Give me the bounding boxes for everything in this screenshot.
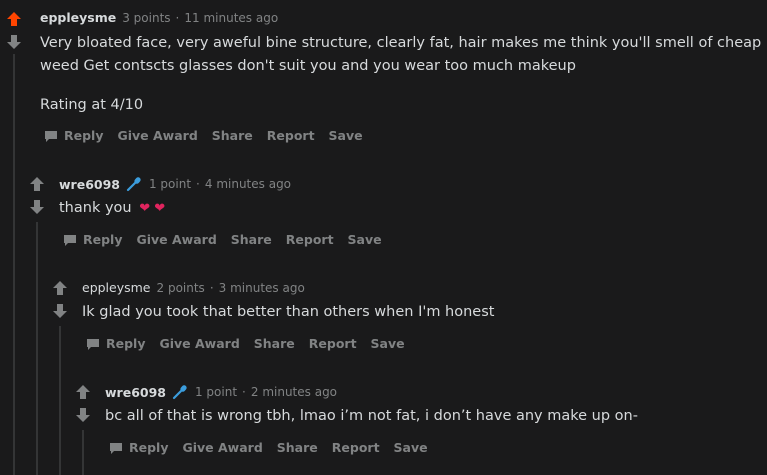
upvote-arrow-icon[interactable] — [29, 176, 45, 192]
comment-actions: Reply Give Award Share Report Save — [86, 336, 419, 351]
username-link[interactable]: eppleysme — [40, 10, 116, 25]
give-award-button[interactable]: Give Award — [182, 440, 262, 455]
username-link[interactable]: eppleysme — [82, 280, 151, 295]
share-button[interactable]: Share — [254, 336, 295, 351]
downvote-arrow-icon[interactable] — [29, 199, 45, 215]
comment-text: thank you — [59, 200, 132, 216]
separator-dot: · — [209, 280, 214, 295]
report-button[interactable]: Report — [267, 128, 315, 143]
comment-icon — [110, 442, 122, 454]
comment-actions: Reply Give Award Share Report Save — [44, 128, 377, 143]
separator-dot: · — [196, 177, 200, 191]
save-button[interactable]: Save — [371, 336, 405, 351]
points-count: 1 point — [194, 385, 238, 399]
timestamp[interactable]: 3 minutes ago — [219, 281, 305, 295]
reply-button[interactable]: Reply — [63, 232, 122, 247]
save-button[interactable]: Save — [329, 128, 363, 143]
reply-label: Reply — [106, 336, 146, 351]
report-button[interactable]: Report — [309, 336, 357, 351]
reply-label: Reply — [83, 232, 123, 247]
comment-body-line-1: bc all of that is wrong tbh, lmao i’m no… — [105, 408, 638, 424]
comment-body-line-2: weed Get contscts glasses don't suit you… — [40, 58, 576, 74]
thread-line-level-3[interactable] — [59, 326, 61, 475]
save-button[interactable]: Save — [394, 440, 428, 455]
give-award-button[interactable]: Give Award — [117, 128, 197, 143]
comment-body-line-1: Very bloated face, very aweful bine stru… — [40, 35, 762, 51]
heart-emoji-icons: ❤ ❤ — [139, 201, 166, 216]
downvote-arrow-icon[interactable] — [6, 34, 22, 50]
reply-label: Reply — [64, 128, 104, 143]
separator-dot: · — [242, 385, 246, 399]
comment-body-line-1: thank you ❤ ❤ — [59, 196, 165, 221]
upvote-arrow-icon[interactable] — [75, 384, 91, 400]
upvote-arrow-icon[interactable] — [6, 11, 22, 27]
report-button[interactable]: Report — [332, 440, 380, 455]
username-link[interactable]: wre6098 — [105, 385, 166, 400]
thread-line-level-4[interactable] — [82, 430, 84, 475]
comment-meta: wre6098 1 point · 4 minutes ago — [59, 176, 291, 192]
share-button[interactable]: Share — [212, 128, 253, 143]
points-count: 1 point — [148, 177, 192, 191]
microphone-icon — [172, 385, 187, 400]
give-award-button[interactable]: Give Award — [159, 336, 239, 351]
reply-button[interactable]: Reply — [86, 336, 145, 351]
comment-icon — [45, 130, 57, 142]
reply-label: Reply — [129, 440, 169, 455]
timestamp[interactable]: 4 minutes ago — [205, 177, 291, 191]
timestamp[interactable]: 11 minutes ago — [184, 11, 278, 25]
timestamp[interactable]: 2 minutes ago — [251, 385, 337, 399]
comment-meta: eppleysme 3 points · 11 minutes ago — [40, 10, 278, 25]
reply-button[interactable]: Reply — [109, 440, 168, 455]
share-button[interactable]: Share — [231, 232, 272, 247]
thread-line-level-2[interactable] — [36, 222, 38, 475]
comment-icon — [87, 338, 99, 350]
comment-actions: Reply Give Award Share Report Save — [109, 440, 442, 455]
thread-line-level-1[interactable] — [13, 54, 15, 475]
share-button[interactable]: Share — [277, 440, 318, 455]
downvote-arrow-icon[interactable] — [75, 407, 91, 423]
comment-body-line-3: Rating at 4/10 — [40, 97, 144, 113]
give-award-button[interactable]: Give Award — [136, 232, 216, 247]
points-count: 2 points — [156, 280, 205, 295]
comment-icon — [64, 234, 76, 246]
save-button[interactable]: Save — [348, 232, 382, 247]
microphone-icon — [126, 177, 141, 192]
report-button[interactable]: Report — [286, 232, 334, 247]
comment-actions: Reply Give Award Share Report Save — [63, 232, 396, 247]
comment-meta: eppleysme 2 points · 3 minutes ago — [82, 280, 305, 295]
comment-body-line-1: Ik glad you took that better than others… — [82, 304, 495, 320]
upvote-arrow-icon[interactable] — [52, 280, 68, 296]
downvote-arrow-icon[interactable] — [52, 303, 68, 319]
comment-meta: wre6098 1 point · 2 minutes ago — [105, 384, 337, 400]
separator-dot: · — [175, 10, 180, 25]
points-count: 3 points — [122, 10, 171, 25]
username-link[interactable]: wre6098 — [59, 177, 120, 192]
reply-button[interactable]: Reply — [44, 128, 103, 143]
